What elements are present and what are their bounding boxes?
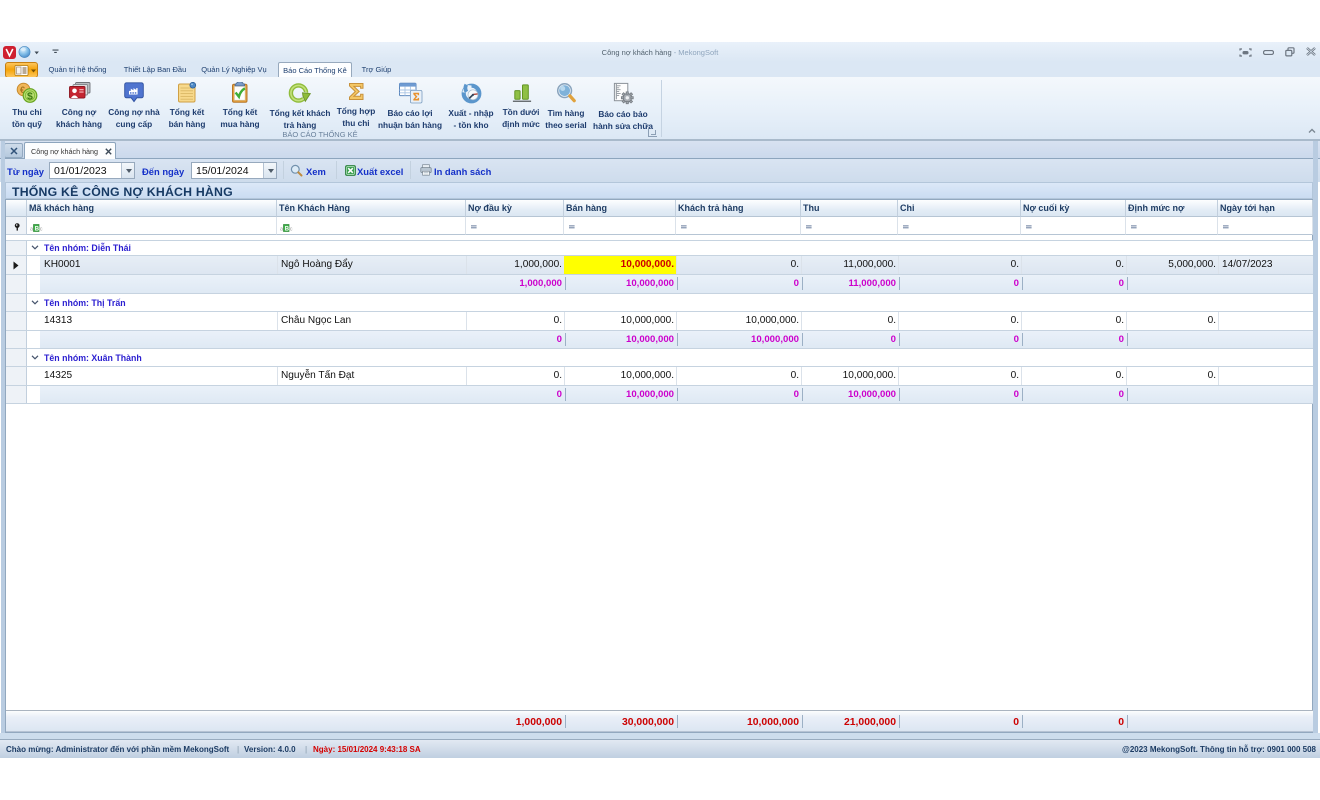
- svg-text:$: $: [27, 91, 33, 103]
- svg-text:c: c: [290, 227, 293, 233]
- svg-text:c: c: [40, 227, 43, 233]
